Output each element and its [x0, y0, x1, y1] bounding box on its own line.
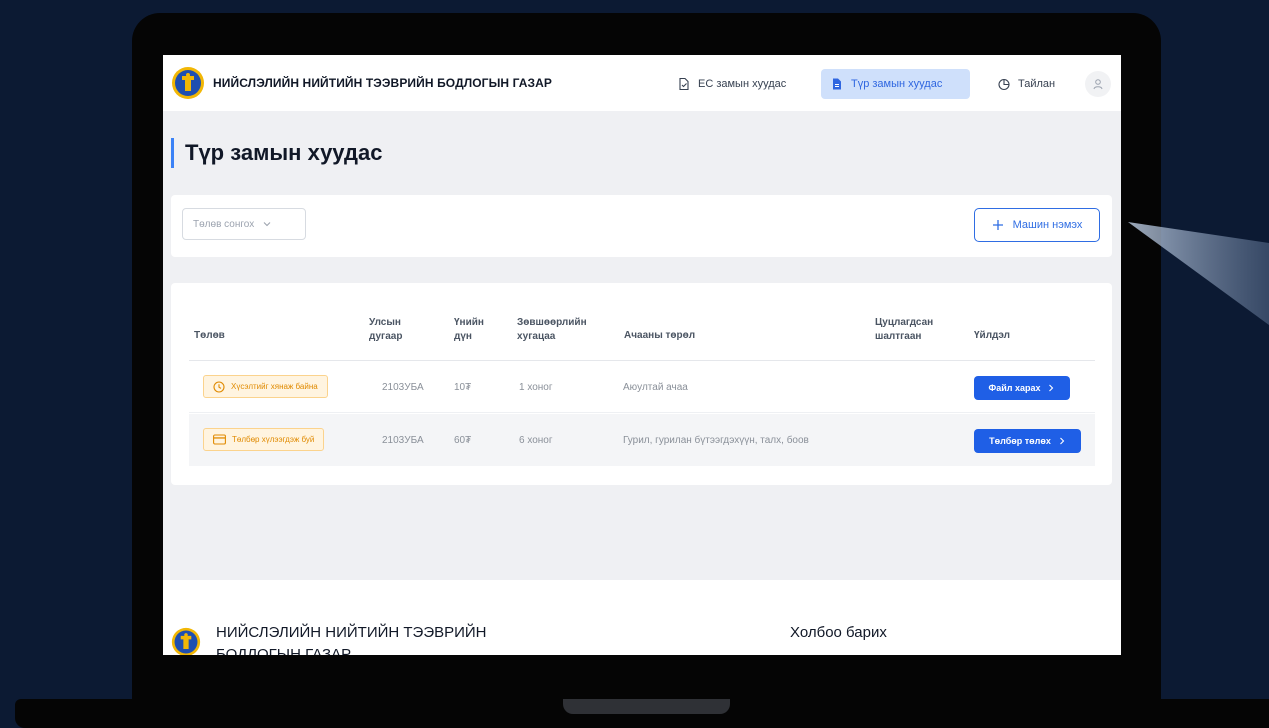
laptop-notch — [563, 699, 730, 714]
price-cell: 60₮ — [454, 434, 472, 446]
col-price: Үнийн дүн — [454, 317, 484, 342]
pay-button[interactable]: Төлбөр төлөх — [974, 429, 1081, 453]
document-icon — [833, 78, 841, 90]
footer-contact-title: Холбоо барих — [790, 624, 887, 641]
cargo-cell: Гурил, гурилан бүтээгдэхүүн, талх, боов — [623, 434, 809, 446]
add-vehicle-label: Машин нэмэх — [1012, 219, 1083, 231]
waybill-table: Төлөв Улсын дугаар Үнийн дүн Зөвшөөрлийн… — [171, 283, 1112, 485]
status-label: Төлбөр хүлээгдэж буй — [232, 435, 315, 444]
emblem-logo-icon — [172, 67, 204, 99]
col-plate: Улсын дугаар — [369, 317, 403, 342]
chevron-right-icon — [1049, 384, 1054, 392]
price-cell: 10₮ — [454, 381, 472, 393]
nav-ec-waybill[interactable]: ЕС замын хуудас — [668, 69, 803, 99]
app-screen: НИЙСЛЭЛИЙН НИЙТИЙН ТЭЭВРИЙН БОДЛОГЫН ГАЗ… — [163, 55, 1121, 655]
chart-pie-icon — [998, 78, 1010, 91]
pay-label: Төлбөр төлөх — [989, 436, 1051, 446]
nav-report-label: Тайлан — [1018, 78, 1056, 90]
col-action: Үйлдэл — [974, 330, 1011, 341]
col-status: Төлөв — [194, 330, 225, 341]
brand-name: НИЙСЛЭЛИЙН НИЙТИЙН ТЭЭВРИЙН БОДЛОГЫН ГАЗ… — [213, 76, 553, 90]
status-label: Хүсэлтийг хянаж байна — [231, 382, 318, 391]
credit-card-icon — [213, 434, 226, 445]
footer-org-name: НИЙСЛЭЛИЙН НИЙТИЙН ТЭЭВРИЙН БОДЛОГЫН ГАЗ… — [216, 624, 487, 655]
emblem-logo-icon — [171, 627, 201, 655]
status-select[interactable]: Төлөв сонгох — [182, 208, 306, 240]
page-title: Түр замын хуудас — [171, 138, 382, 168]
view-file-label: Файл харах — [988, 383, 1041, 393]
plus-icon — [992, 220, 1003, 230]
clock-icon — [213, 380, 225, 393]
col-duration: Зөвшөөрлийн хугацаа — [517, 317, 587, 342]
document-check-icon — [679, 77, 689, 91]
status-select-placeholder: Төлөв сонгох — [193, 218, 255, 230]
status-badge: Хүсэлтийг хянаж байна — [203, 375, 328, 398]
view-file-button[interactable]: Файл харах — [974, 376, 1070, 400]
status-badge: Төлбөр хүлээгдэж буй — [203, 428, 325, 451]
table-row: Төлбөр хүлээгдэж буй 2103УБА 60₮ 6 хоног… — [189, 414, 1095, 466]
nav-report[interactable]: Тайлан — [988, 69, 1070, 99]
user-avatar[interactable] — [1085, 71, 1111, 97]
plate-cell: 2103УБА — [382, 434, 424, 446]
duration-cell: 1 хоног — [519, 381, 553, 393]
user-icon — [1093, 79, 1103, 90]
col-cargo: Ачааны төрөл — [624, 330, 696, 341]
filter-bar: Төлөв сонгох Машин нэмэх — [171, 195, 1112, 257]
col-cancel-reason: Цуцлагдсан шалтгаан — [875, 317, 934, 342]
chevron-right-icon — [1060, 437, 1065, 445]
top-navbar: НИЙСЛЭЛИЙН НИЙТИЙН ТЭЭВРИЙН БОДЛОГЫН ГАЗ… — [163, 55, 1121, 111]
duration-cell: 6 хоног — [519, 434, 553, 446]
table-row: Хүсэлтийг хянаж байна 2103УБА 10₮ 1 хоно… — [189, 361, 1095, 413]
footer: НИЙСЛЭЛИЙН НИЙТИЙН ТЭЭВРИЙН БОДЛОГЫН ГАЗ… — [163, 580, 1121, 655]
add-vehicle-button[interactable]: Машин нэмэх — [974, 208, 1100, 242]
nav-temp-waybill[interactable]: Түр замын хуудас — [821, 69, 970, 99]
nav-temp-label: Түр замын хуудас — [851, 78, 943, 90]
cargo-cell: Аюултай ачаа — [623, 381, 688, 393]
plate-cell: 2103УБА — [382, 381, 424, 393]
chevron-down-icon — [263, 222, 271, 227]
nav-ec-label: ЕС замын хуудас — [698, 78, 787, 90]
